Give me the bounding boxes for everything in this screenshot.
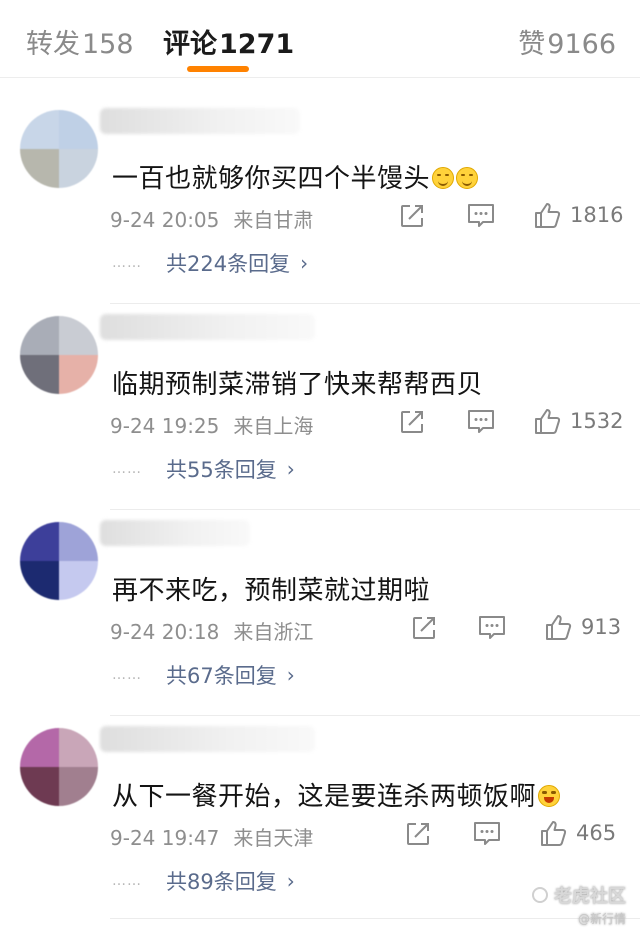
tab-repost[interactable]: 转发158 xyxy=(26,22,134,61)
watermark-brand: 老虎社区 xyxy=(532,882,626,908)
like-button[interactable]: 1816 xyxy=(532,200,623,230)
like-count: 1532 xyxy=(570,409,624,433)
reply-dots: …… xyxy=(112,667,142,683)
tab-repost-count: 158 xyxy=(82,29,134,60)
repost-button[interactable] xyxy=(404,820,432,848)
smile-emoji-icon xyxy=(432,167,455,189)
tab-comments-label: 评论 xyxy=(163,29,217,60)
active-tab-indicator xyxy=(187,66,249,72)
comment-item: 一百也就够你买四个半馒头 9-24 20:05 来自甘肃 1816 …… 共224… xyxy=(0,100,640,304)
avatar[interactable] xyxy=(20,728,98,806)
like-count: 1816 xyxy=(570,203,624,227)
comment-bubble-icon xyxy=(474,822,500,845)
chevron-right-icon: › xyxy=(300,251,309,275)
comment-divider xyxy=(110,303,640,304)
chevron-right-icon: › xyxy=(286,457,295,481)
comment-text: 再不来吃，预制菜就过期啦 xyxy=(112,570,430,607)
brand-logo-icon xyxy=(532,887,548,903)
comment-divider xyxy=(110,509,640,510)
like-count: 465 xyxy=(576,821,617,845)
comment-location: 来自天津 xyxy=(233,826,314,850)
replies-count-text: 共224条回复 xyxy=(166,252,291,276)
comment-meta: 9-24 19:25 来自上海 xyxy=(110,410,313,439)
username-blurred[interactable] xyxy=(100,726,315,752)
username-blurred[interactable] xyxy=(100,108,300,134)
watermark-sub: @新行情 xyxy=(577,912,626,926)
comment-bubble-icon xyxy=(468,410,494,433)
reply-dots: …… xyxy=(112,873,142,889)
view-replies-link[interactable]: …… 共224条回复 › xyxy=(112,248,308,278)
comment-reply-button[interactable] xyxy=(466,408,496,436)
thumbs-up-icon xyxy=(535,203,561,228)
comment-text-content: 从下一餐开始，这是要连杀两顿饭啊 xyxy=(112,782,537,812)
share-edit-icon xyxy=(407,823,429,845)
like-count: 913 xyxy=(581,615,622,639)
tab-repost-label: 转发 xyxy=(26,29,80,60)
comment-time: 9-24 19:25 xyxy=(110,414,220,438)
view-replies-link[interactable]: …… 共89条回复 › xyxy=(112,866,295,896)
comment-time: 9-24 20:18 xyxy=(110,620,220,644)
share-edit-icon xyxy=(401,411,423,433)
comment-time: 9-24 19:47 xyxy=(110,826,220,850)
chevron-right-icon: › xyxy=(286,869,295,893)
comment-bubble-icon xyxy=(468,204,494,227)
comment-text-content: 临期预制菜滞销了快来帮帮西贝 xyxy=(112,370,484,400)
replies-count-text: 共67条回复 xyxy=(166,664,277,688)
comment-text-content: 再不来吃，预制菜就过期啦 xyxy=(112,576,431,606)
thumbs-up-icon xyxy=(535,409,561,434)
view-replies-link[interactable]: …… 共67条回复 › xyxy=(112,660,295,690)
repost-button[interactable] xyxy=(410,614,438,642)
chevron-right-icon: › xyxy=(286,663,295,687)
tab-likes[interactable]: 赞9166 xyxy=(518,22,616,61)
watermark-brand-text: 老虎社区 xyxy=(554,886,626,907)
reply-dots: …… xyxy=(112,255,142,271)
comment-location: 来自浙江 xyxy=(233,620,314,644)
username-blurred[interactable] xyxy=(100,520,250,546)
avatar[interactable] xyxy=(20,316,98,394)
view-replies-link[interactable]: …… 共55条回复 › xyxy=(112,454,295,484)
comment-meta: 9-24 20:05 来自甘肃 xyxy=(110,204,313,233)
smile-emoji-icon xyxy=(456,167,479,189)
comment-meta: 9-24 19:47 来自天津 xyxy=(110,822,313,851)
comment-bubble-icon xyxy=(479,616,505,639)
like-button[interactable]: 913 xyxy=(543,612,621,642)
thumbs-up-icon xyxy=(541,821,567,846)
comment-location: 来自甘肃 xyxy=(233,208,314,232)
comment-divider xyxy=(110,715,640,716)
comment-reply-button[interactable] xyxy=(472,820,502,848)
repost-button[interactable] xyxy=(398,408,426,436)
comment-item: 再不来吃，预制菜就过期啦 9-24 20:18 来自浙江 913 …… 共67条回… xyxy=(0,512,640,716)
reply-dots: …… xyxy=(112,461,142,477)
share-edit-icon xyxy=(401,205,423,227)
laugh-cry-emoji-icon xyxy=(538,785,561,807)
tab-comments[interactable]: 评论1271 xyxy=(163,22,294,61)
comment-meta: 9-24 20:18 来自浙江 xyxy=(110,616,313,645)
comment-time: 9-24 20:05 xyxy=(110,208,220,232)
comment-text: 从下一餐开始，这是要连杀两顿饭啊 xyxy=(112,776,561,813)
like-button[interactable]: 1532 xyxy=(532,406,623,436)
comment-text-content: 一百也就够你买四个半馒头 xyxy=(112,164,431,194)
share-edit-icon xyxy=(413,617,435,639)
comment-reply-button[interactable] xyxy=(477,614,507,642)
watermark: 老虎社区 @新行情 xyxy=(532,882,626,927)
username-blurred[interactable] xyxy=(100,314,315,340)
tab-likes-count: 9166 xyxy=(547,29,616,60)
comment-text: 一百也就够你买四个半馒头 xyxy=(112,158,479,195)
tab-likes-label: 赞 xyxy=(518,29,546,60)
repost-button[interactable] xyxy=(398,202,426,230)
avatar[interactable] xyxy=(20,522,98,600)
like-button[interactable]: 465 xyxy=(538,818,616,848)
replies-count-text: 共89条回复 xyxy=(166,870,277,894)
avatar[interactable] xyxy=(20,110,98,188)
comment-item: 临期预制菜滞销了快来帮帮西贝 9-24 19:25 来自上海 1532 …… 共5… xyxy=(0,306,640,510)
thumbs-up-icon xyxy=(546,615,572,640)
tab-comments-count: 1271 xyxy=(219,29,295,60)
comment-tabs: 转发158 评论1271 赞9166 xyxy=(0,0,640,78)
comment-text: 临期预制菜滞销了快来帮帮西贝 xyxy=(112,364,483,401)
replies-count-text: 共55条回复 xyxy=(166,458,277,482)
comment-reply-button[interactable] xyxy=(466,202,496,230)
comment-location: 来自上海 xyxy=(233,414,314,438)
